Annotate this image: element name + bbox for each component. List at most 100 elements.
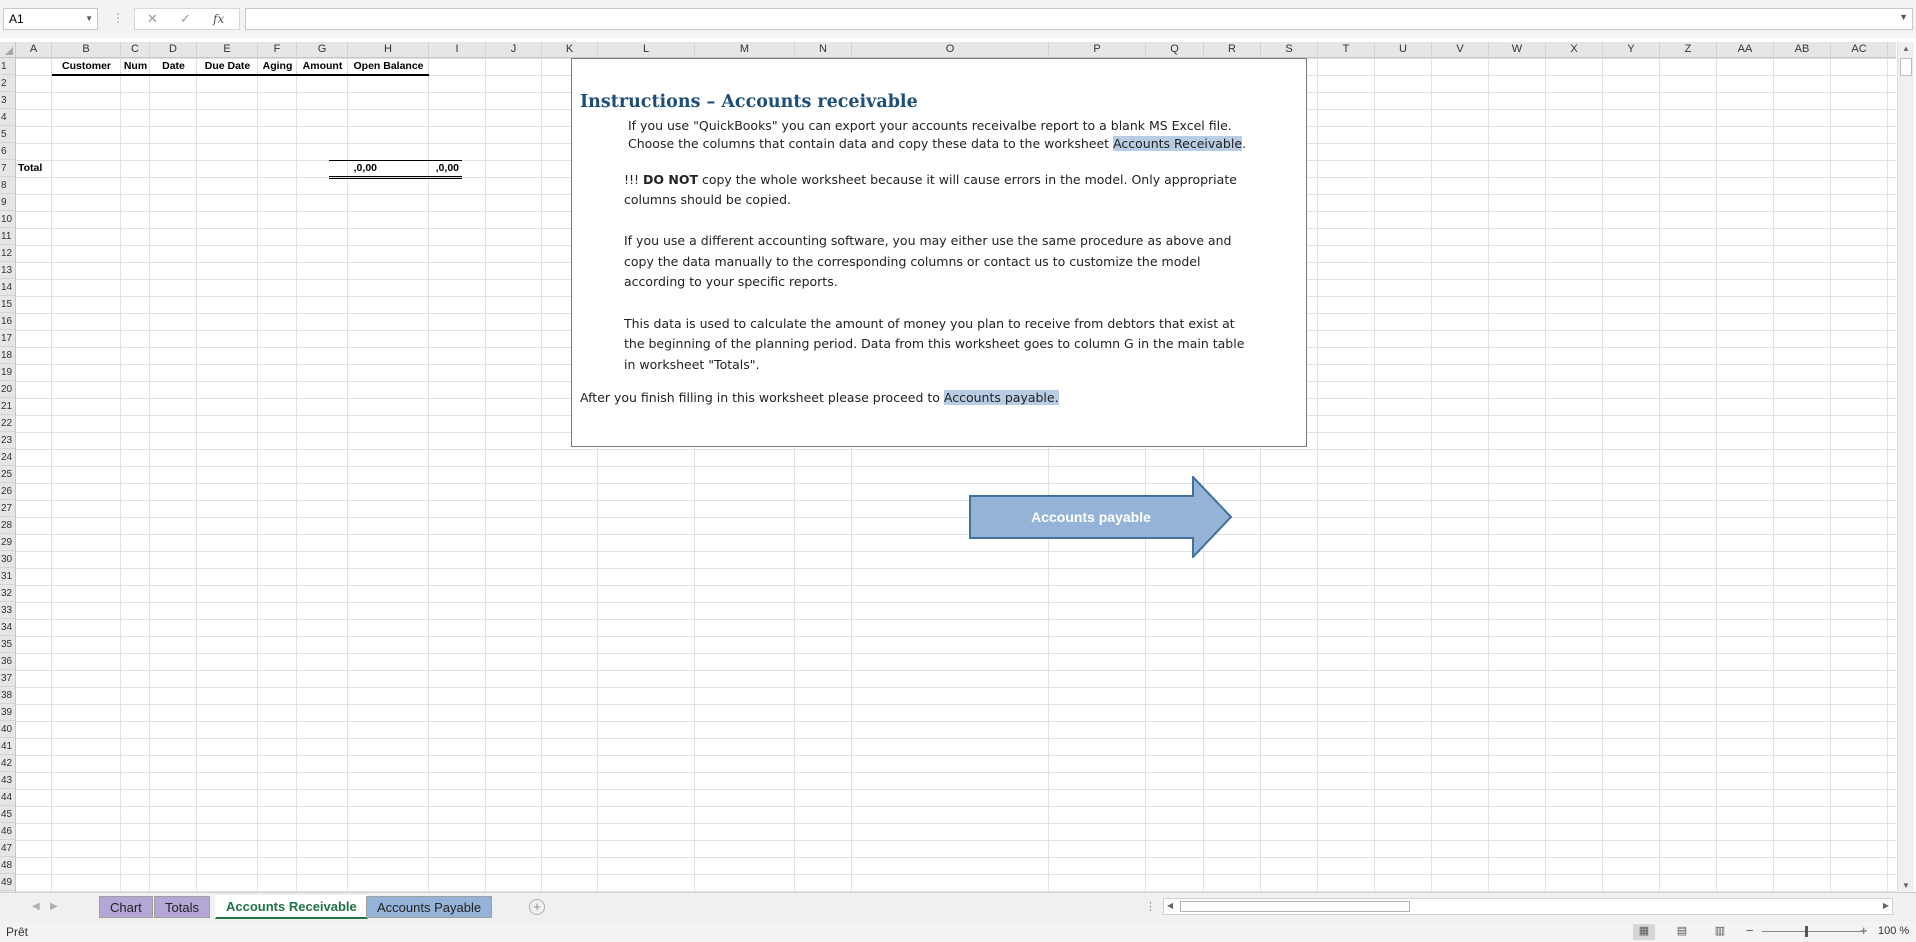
row-header-37[interactable]: 37 [0, 670, 15, 687]
function-icon[interactable]: fx [213, 12, 224, 26]
row-header-5[interactable]: 5 [0, 126, 15, 143]
column-header-h[interactable]: H [348, 42, 429, 57]
page-break-view-icon[interactable]: ▥ [1709, 924, 1731, 940]
row-header-28[interactable]: 28 [0, 517, 15, 534]
row-header-17[interactable]: 17 [0, 330, 15, 347]
row-header-36[interactable]: 36 [0, 653, 15, 670]
row-header-34[interactable]: 34 [0, 619, 15, 636]
chevron-down-icon[interactable]: ▼ [85, 9, 93, 29]
scroll-thumb[interactable] [1900, 58, 1912, 76]
row-header-16[interactable]: 16 [0, 313, 15, 330]
column-header-aa[interactable]: AA [1717, 42, 1774, 57]
row-header-48[interactable]: 48 [0, 857, 15, 874]
row-header-22[interactable]: 22 [0, 415, 15, 432]
header-num[interactable]: Num [121, 58, 150, 74]
tab-accounts-receivable[interactable]: Accounts Receivable [215, 895, 368, 919]
header-open-balance[interactable]: Open Balance [348, 58, 429, 74]
formula-input[interactable]: ▼ [245, 8, 1913, 30]
row-header-19[interactable]: 19 [0, 364, 15, 381]
column-header-a[interactable]: A [16, 42, 52, 57]
row-header-11[interactable]: 11 [0, 228, 15, 245]
zoom-slider-knob[interactable] [1805, 926, 1808, 937]
column-header-ac[interactable]: AC [1831, 42, 1888, 57]
column-header-o[interactable]: O [852, 42, 1049, 57]
row-header-47[interactable]: 47 [0, 840, 15, 857]
scroll-left-icon[interactable]: ◀ [1167, 901, 1173, 910]
row-header-31[interactable]: 31 [0, 568, 15, 585]
column-header-r[interactable]: R [1204, 42, 1261, 57]
total-label[interactable]: Total [18, 160, 42, 176]
header-amount[interactable]: Amount [297, 58, 348, 74]
row-header-40[interactable]: 40 [0, 721, 15, 738]
tab-prev-icon[interactable]: ◀ [32, 901, 40, 912]
tab-next-icon[interactable]: ▶ [50, 901, 58, 912]
row-header-26[interactable]: 26 [0, 483, 15, 500]
normal-view-icon[interactable]: ▦ [1633, 924, 1655, 940]
more-icon[interactable]: ⋮ [1145, 900, 1156, 913]
row-header-49[interactable]: 49 [0, 874, 15, 891]
total-open-balance[interactable]: ,0,00 [380, 160, 459, 176]
column-header-c[interactable]: C [121, 42, 150, 57]
enter-icon[interactable]: ✓ [180, 11, 191, 27]
column-header-s[interactable]: S [1261, 42, 1318, 57]
row-header-3[interactable]: 3 [0, 92, 15, 109]
scroll-thumb[interactable] [1180, 901, 1410, 912]
column-header-l[interactable]: L [598, 42, 695, 57]
column-header-x[interactable]: X [1546, 42, 1603, 57]
column-header-u[interactable]: U [1375, 42, 1432, 57]
scroll-up-icon[interactable]: ▲ [1902, 44, 1910, 53]
tab-totals[interactable]: Totals [154, 896, 210, 918]
select-all-corner[interactable] [0, 42, 16, 58]
column-header-p[interactable]: P [1049, 42, 1146, 57]
row-header-29[interactable]: 29 [0, 534, 15, 551]
row-header-23[interactable]: 23 [0, 432, 15, 449]
accounts-payable-link[interactable]: Accounts payable. [943, 390, 1059, 405]
column-header-t[interactable]: T [1318, 42, 1375, 57]
row-header-13[interactable]: 13 [0, 262, 15, 279]
vertical-scrollbar[interactable]: ▲ ▼ [1897, 42, 1914, 892]
cancel-icon[interactable]: ✕ [147, 11, 158, 27]
row-header-14[interactable]: 14 [0, 279, 15, 296]
row-header-7[interactable]: 7 [0, 160, 15, 177]
column-header-b[interactable]: B [52, 42, 121, 57]
zoom-level[interactable]: 100 % [1878, 925, 1909, 937]
column-header-i[interactable]: I [429, 42, 486, 57]
row-header-41[interactable]: 41 [0, 738, 15, 755]
row-header-24[interactable]: 24 [0, 449, 15, 466]
column-header-e[interactable]: E [197, 42, 258, 57]
row-header-12[interactable]: 12 [0, 245, 15, 262]
row-header-9[interactable]: 9 [0, 194, 15, 211]
page-layout-icon[interactable]: ▤ [1671, 924, 1693, 940]
zoom-slider[interactable] [1762, 931, 1862, 932]
row-header-6[interactable]: 6 [0, 143, 15, 160]
tab-accounts-payable[interactable]: Accounts Payable [366, 896, 493, 918]
row-header-15[interactable]: 15 [0, 296, 15, 313]
column-header-g[interactable]: G [297, 42, 348, 57]
row-header-27[interactable]: 27 [0, 500, 15, 517]
row-header-46[interactable]: 46 [0, 823, 15, 840]
scroll-right-icon[interactable]: ▶ [1883, 901, 1889, 910]
row-header-20[interactable]: 20 [0, 381, 15, 398]
row-header-39[interactable]: 39 [0, 704, 15, 721]
row-header-10[interactable]: 10 [0, 211, 15, 228]
row-header-21[interactable]: 21 [0, 398, 15, 415]
row-header-42[interactable]: 42 [0, 755, 15, 772]
instructions-box[interactable]: Instructions – Accounts receivable If yo… [571, 58, 1307, 447]
row-header-18[interactable]: 18 [0, 347, 15, 364]
column-header-k[interactable]: K [542, 42, 598, 57]
column-header-n[interactable]: N [795, 42, 852, 57]
add-sheet-icon[interactable]: + [529, 899, 545, 915]
column-header-ab[interactable]: AB [1774, 42, 1831, 57]
column-header-y[interactable]: Y [1603, 42, 1660, 57]
row-header-45[interactable]: 45 [0, 806, 15, 823]
column-header-j[interactable]: J [486, 42, 542, 57]
name-box[interactable]: A1 ▼ [3, 8, 98, 30]
row-header-2[interactable]: 2 [0, 75, 15, 92]
zoom-out-icon[interactable]: − [1746, 923, 1754, 938]
accounts-receivable-link[interactable]: Accounts Receivable [1113, 136, 1243, 151]
header-due-date[interactable]: Due Date [197, 58, 258, 74]
row-header-8[interactable]: 8 [0, 177, 15, 194]
row-header-30[interactable]: 30 [0, 551, 15, 568]
row-header-33[interactable]: 33 [0, 602, 15, 619]
column-header-m[interactable]: M [695, 42, 795, 57]
